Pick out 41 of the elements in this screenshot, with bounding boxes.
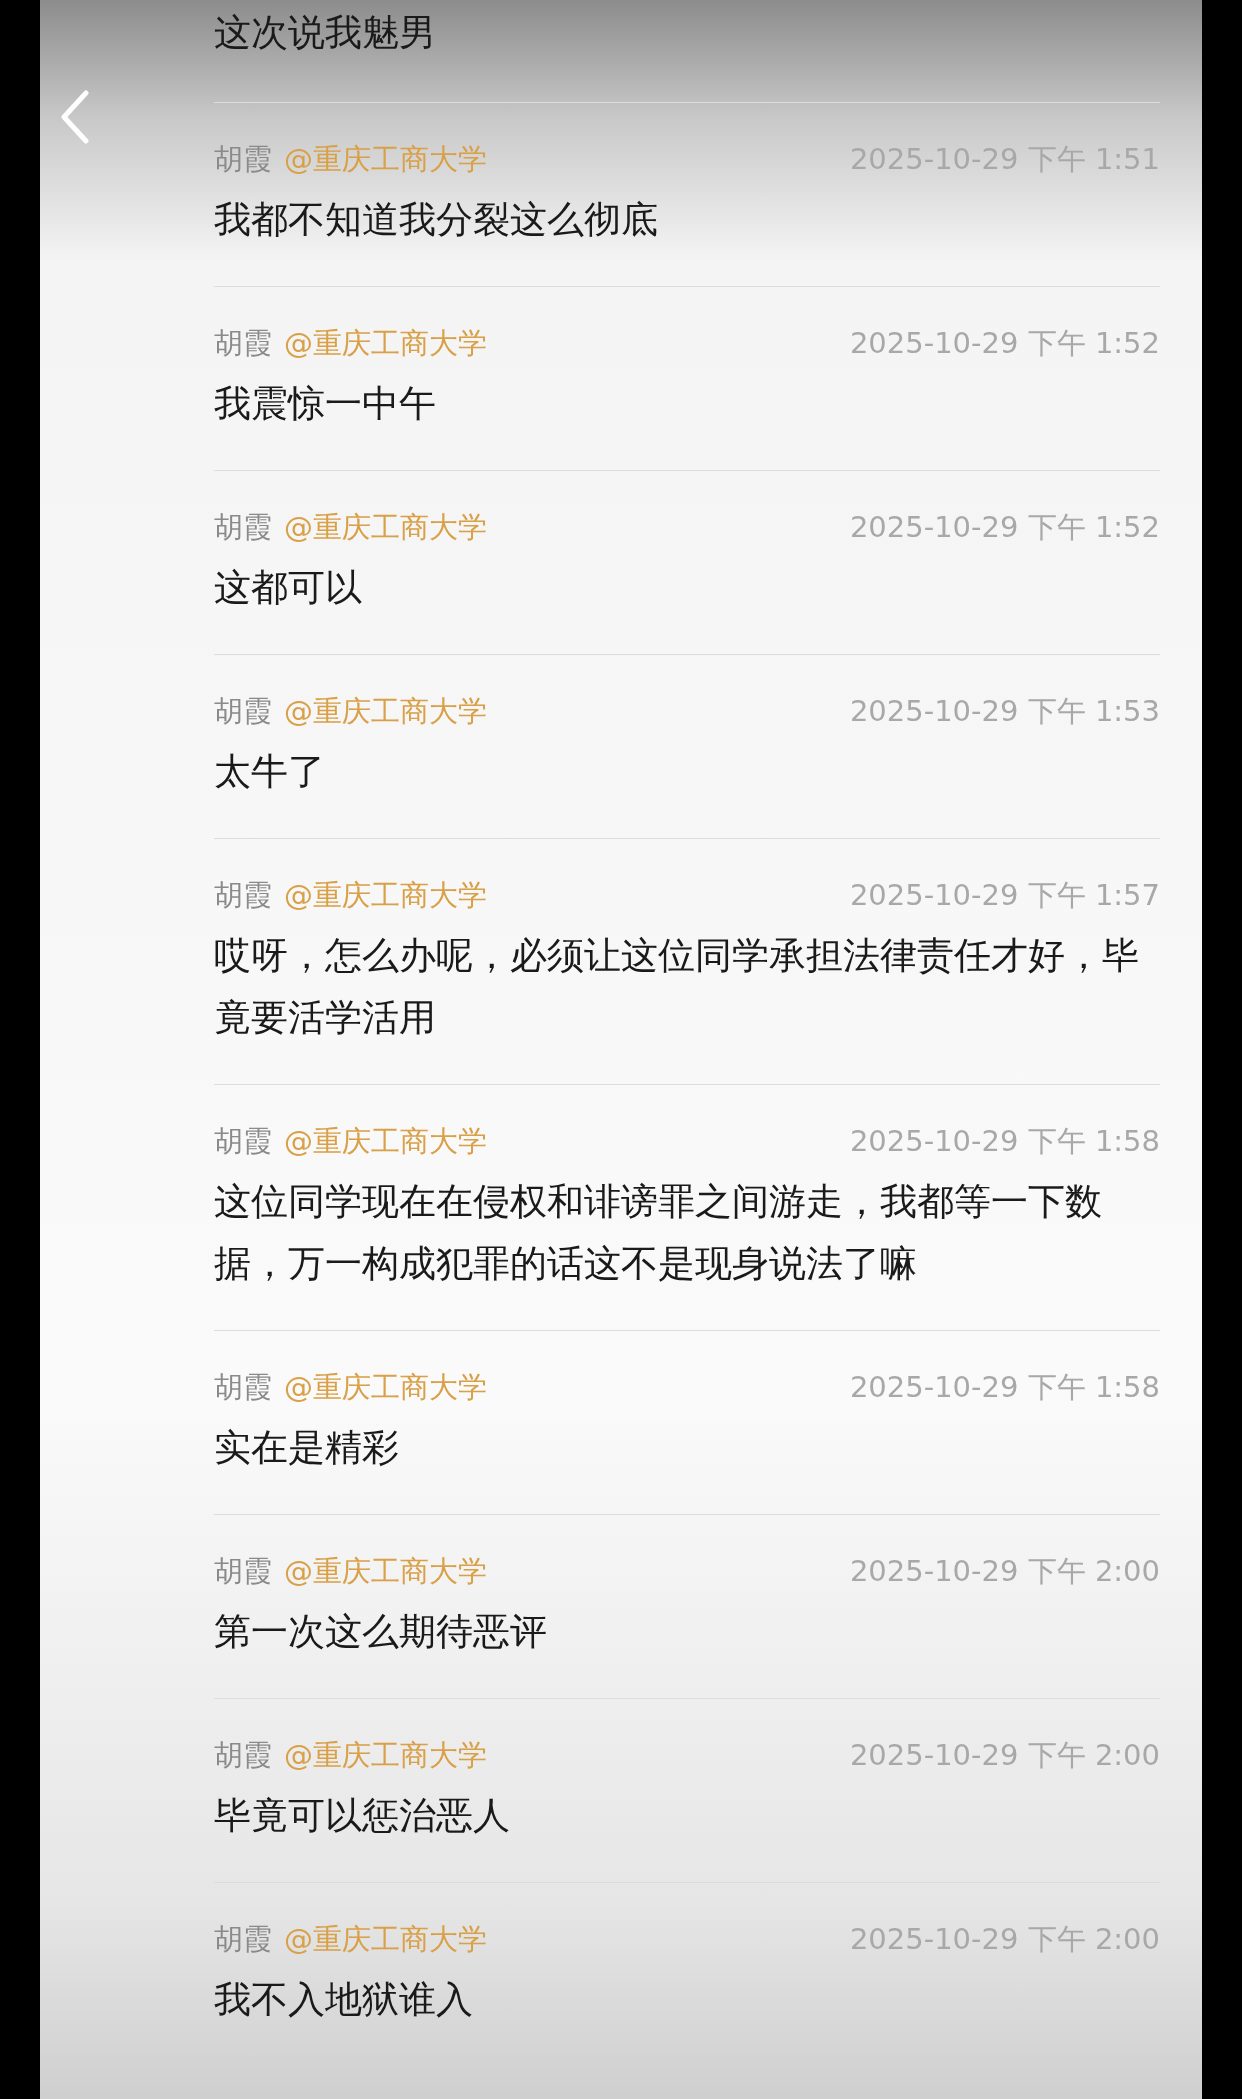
comment-text: 毕竟可以惩治恶人 <box>214 1793 511 1839</box>
author-name: 胡霞 <box>214 1553 272 1590</box>
author-name: 胡霞 <box>214 1737 272 1774</box>
timestamp: 2025-10-29 下午 1:58 <box>849 1123 1160 1160</box>
comment-text: 实在是精彩 <box>214 1425 400 1471</box>
mention-link[interactable]: @重庆工商大学 <box>284 323 487 363</box>
timestamp: 2025-10-29 下午 2:00 <box>849 1737 1160 1774</box>
author-name: 胡霞 <box>214 1123 272 1160</box>
comment-text: 我不入地狱谁入 <box>214 1977 474 2023</box>
author-name: 胡霞 <box>214 877 272 914</box>
comment-text: 这次说我魅男 <box>214 10 437 56</box>
comment-text: 太牛了 <box>214 749 326 795</box>
author-name: 胡霞 <box>214 141 272 178</box>
comment-text: 这都可以 <box>214 565 363 611</box>
timestamp: 2025-10-29 下午 1:52 <box>849 325 1160 362</box>
author-name: 胡霞 <box>214 325 272 362</box>
timestamp: 2025-10-29 下午 2:00 <box>849 1553 1160 1590</box>
author-name: 胡霞 <box>214 693 272 730</box>
mention-link[interactable]: @重庆工商大学 <box>284 875 487 915</box>
mention-link[interactable]: @重庆工商大学 <box>284 1919 487 1959</box>
comment-text: 哎呀，怎么办呢，必须让这位同学承担法律责任才好，毕竟要活学活用 <box>214 933 1140 1041</box>
mention-link[interactable]: @重庆工商大学 <box>284 1121 487 1161</box>
author-name: 胡霞 <box>214 1369 272 1406</box>
mention-link[interactable]: @重庆工商大学 <box>284 507 487 547</box>
mention-link[interactable]: @重庆工商大学 <box>284 691 487 731</box>
comment-text: 第一次这么期待恶评 <box>214 1609 548 1655</box>
author-name: 胡霞 <box>214 1921 272 1958</box>
comment-text: 这位同学现在在侵权和诽谤罪之间游走，我都等一下数据，万一构成犯罪的话这不是现身说法了嘛 <box>214 1179 1103 1287</box>
mention-link[interactable]: @重庆工商大学 <box>284 139 487 179</box>
mention-link[interactable]: @重庆工商大学 <box>284 1367 487 1407</box>
comment-text: 我震惊一中午 <box>214 381 437 427</box>
comment-text: 我都不知道我分裂这么彻底 <box>214 197 659 243</box>
timestamp: 2025-10-29 下午 2:00 <box>849 1921 1160 1958</box>
mention-link[interactable]: @重庆工商大学 <box>284 1735 487 1775</box>
back-icon[interactable] <box>60 90 90 144</box>
timestamp: 2025-10-29 下午 1:52 <box>849 509 1160 546</box>
mention-link[interactable]: @重庆工商大学 <box>284 1551 487 1591</box>
timestamp: 2025-10-29 下午 1:58 <box>849 1369 1160 1406</box>
author-name: 胡霞 <box>214 509 272 546</box>
timestamp: 2025-10-29 下午 1:53 <box>849 693 1160 730</box>
timestamp: 2025-10-29 下午 1:57 <box>849 877 1160 914</box>
